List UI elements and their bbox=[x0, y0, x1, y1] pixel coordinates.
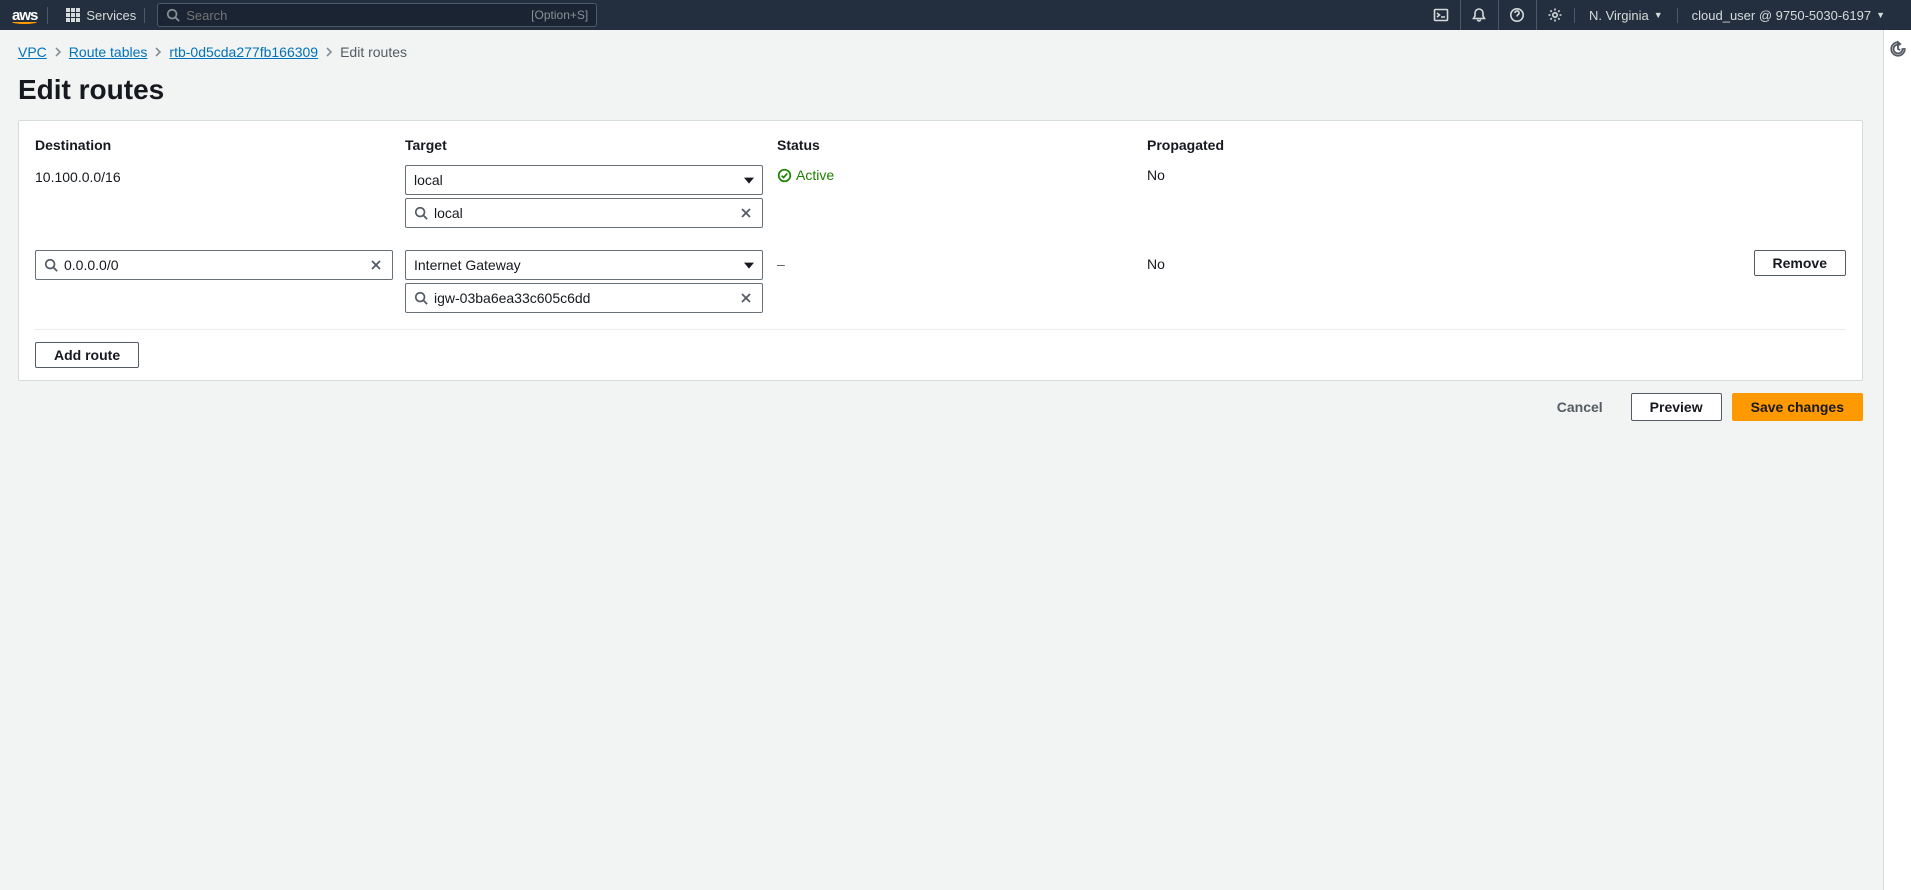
account-menu[interactable]: cloud_user @ 9750-5030-6197 ▼ bbox=[1677, 8, 1899, 23]
save-changes-button[interactable]: Save changes bbox=[1732, 393, 1863, 421]
main-content: VPC Route tables rtb-0d5cda277fb166309 E… bbox=[0, 30, 1883, 435]
caret-down-icon: ▼ bbox=[1876, 10, 1885, 20]
breadcrumb-route-tables[interactable]: Route tables bbox=[69, 44, 148, 60]
target-search[interactable] bbox=[405, 283, 763, 313]
footer-actions: Cancel Preview Save changes bbox=[18, 393, 1863, 421]
region-label: N. Virginia bbox=[1589, 8, 1649, 23]
region-selector[interactable]: N. Virginia ▼ bbox=[1574, 8, 1677, 23]
clear-icon[interactable] bbox=[736, 288, 756, 308]
breadcrumb-current: Edit routes bbox=[340, 44, 407, 60]
help-icon[interactable] bbox=[1498, 0, 1536, 30]
apps-icon bbox=[66, 8, 80, 22]
nav-right: N. Virginia ▼ cloud_user @ 9750-5030-619… bbox=[1422, 0, 1899, 30]
check-circle-icon bbox=[777, 168, 792, 183]
clear-icon[interactable] bbox=[736, 203, 756, 223]
search-icon bbox=[166, 8, 180, 22]
col-target: Target bbox=[405, 137, 777, 161]
cloudshell-icon[interactable] bbox=[1422, 0, 1460, 30]
remove-button[interactable]: Remove bbox=[1754, 250, 1846, 276]
breadcrumb-rtb-id[interactable]: rtb-0d5cda277fb166309 bbox=[169, 44, 318, 60]
target-select[interactable]: local bbox=[405, 165, 763, 195]
chevron-right-icon bbox=[153, 47, 163, 57]
search-icon bbox=[44, 258, 58, 272]
target-search-input[interactable] bbox=[434, 290, 734, 306]
global-search[interactable]: [Option+S] bbox=[157, 3, 597, 27]
chevron-right-icon bbox=[53, 47, 63, 57]
search-wrap: [Option+S] bbox=[157, 3, 597, 27]
target-search[interactable] bbox=[405, 198, 763, 228]
cancel-button[interactable]: Cancel bbox=[1539, 393, 1621, 421]
breadcrumb-vpc[interactable]: VPC bbox=[18, 44, 47, 60]
breadcrumb: VPC Route tables rtb-0d5cda277fb166309 E… bbox=[18, 44, 1863, 60]
target-select[interactable]: Internet Gateway bbox=[405, 250, 763, 280]
col-propagated: Propagated bbox=[1147, 137, 1362, 161]
services-menu[interactable]: Services bbox=[58, 8, 145, 23]
col-destination: Destination bbox=[35, 137, 405, 161]
target-select-value: Internet Gateway bbox=[414, 257, 521, 273]
settings-icon[interactable] bbox=[1536, 0, 1574, 30]
destination-input-wrap[interactable] bbox=[35, 250, 393, 280]
clear-icon[interactable] bbox=[366, 255, 386, 275]
top-nav: aws Services [Option+S] N. Virginia ▼ bbox=[0, 0, 1911, 30]
col-status: Status bbox=[777, 137, 1147, 161]
status-label: Active bbox=[796, 167, 834, 183]
search-input[interactable] bbox=[186, 8, 531, 23]
propagated-value: No bbox=[1147, 161, 1362, 191]
destination-input[interactable] bbox=[64, 257, 364, 273]
routes-panel: Destination Target Status Propagated 10.… bbox=[18, 120, 1863, 381]
status-dash: – bbox=[777, 236, 1147, 280]
add-route-button[interactable]: Add route bbox=[35, 342, 139, 368]
right-rail bbox=[1883, 30, 1911, 890]
target-select-value: local bbox=[414, 172, 443, 188]
preview-button[interactable]: Preview bbox=[1631, 393, 1722, 421]
chevron-right-icon bbox=[324, 47, 334, 57]
account-label: cloud_user @ 9750-5030-6197 bbox=[1692, 8, 1871, 23]
page-title: Edit routes bbox=[18, 74, 1863, 106]
propagated-value: No bbox=[1147, 236, 1362, 280]
notifications-icon[interactable] bbox=[1460, 0, 1498, 30]
search-icon bbox=[414, 291, 428, 305]
target-search-input[interactable] bbox=[434, 205, 734, 221]
services-label: Services bbox=[86, 8, 136, 23]
route-destination-static: 10.100.0.0/16 bbox=[35, 161, 405, 193]
caret-down-icon: ▼ bbox=[1654, 10, 1663, 20]
aws-logo[interactable]: aws bbox=[12, 7, 48, 24]
status-active: Active bbox=[777, 161, 1147, 191]
search-shortcut-hint: [Option+S] bbox=[531, 8, 588, 22]
search-icon bbox=[414, 206, 428, 220]
recent-icon[interactable] bbox=[1889, 40, 1907, 58]
